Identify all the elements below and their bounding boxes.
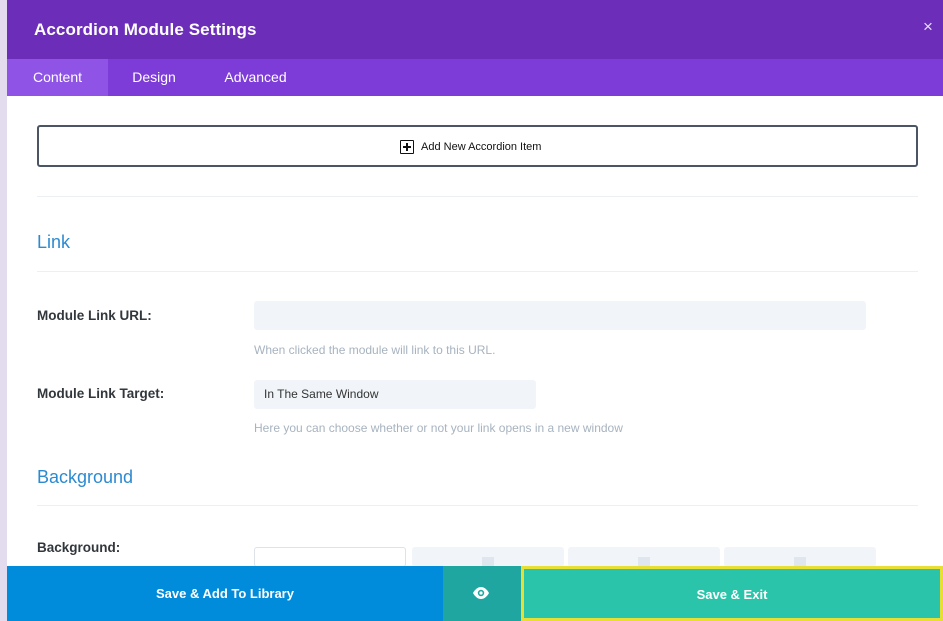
modal-footer: Save & Add To Library Save & Exit — [7, 566, 943, 621]
add-accordion-item-button[interactable]: Add New Accordion Item — [37, 125, 918, 167]
background-tab-gradient[interactable] — [412, 547, 564, 566]
preview-button[interactable] — [443, 566, 521, 621]
module-link-target-label: Module Link Target: — [37, 386, 165, 401]
link-section-divider — [37, 271, 918, 272]
image-icon — [638, 557, 650, 566]
settings-content: Add New Accordion Item Link Module Link … — [7, 96, 943, 566]
module-link-target-help: Here you can choose whether or not your … — [254, 421, 623, 435]
module-link-url-help: When clicked the module will link to thi… — [254, 343, 496, 357]
plus-square-icon — [400, 140, 414, 154]
close-icon[interactable]: × — [919, 18, 937, 36]
background-tab-image[interactable] — [568, 547, 720, 566]
save-exit-button[interactable]: Save & Exit — [521, 566, 943, 621]
tab-content[interactable]: Content — [7, 59, 108, 96]
background-type-tabs — [254, 547, 878, 566]
background-section-title[interactable]: Background — [37, 467, 133, 488]
link-section-title[interactable]: Link — [37, 232, 70, 253]
module-link-url-input[interactable] — [254, 301, 866, 330]
modal-header: Accordion Module Settings × — [7, 0, 943, 59]
background-tab-video[interactable] — [724, 547, 876, 566]
module-link-target-select[interactable]: In The Same Window — [254, 380, 536, 409]
background-section-divider — [37, 505, 918, 506]
module-settings-modal: Accordion Module Settings × Content Desi… — [0, 0, 943, 621]
add-item-label: Add New Accordion Item — [421, 141, 542, 153]
section-divider — [37, 196, 918, 197]
tab-advanced[interactable]: Advanced — [200, 59, 311, 96]
gradient-icon — [482, 557, 494, 566]
tab-design[interactable]: Design — [108, 59, 200, 96]
modal-title: Accordion Module Settings — [34, 20, 257, 39]
settings-tabs: Content Design Advanced — [7, 59, 943, 96]
background-label: Background: — [37, 540, 121, 555]
module-link-url-label: Module Link URL: — [37, 308, 152, 323]
video-icon — [794, 557, 806, 566]
save-add-to-library-button[interactable]: Save & Add To Library — [7, 566, 443, 621]
add-item-inner: Add New Accordion Item — [400, 139, 541, 155]
background-tab-color[interactable] — [254, 547, 406, 566]
eye-icon — [473, 587, 489, 599]
